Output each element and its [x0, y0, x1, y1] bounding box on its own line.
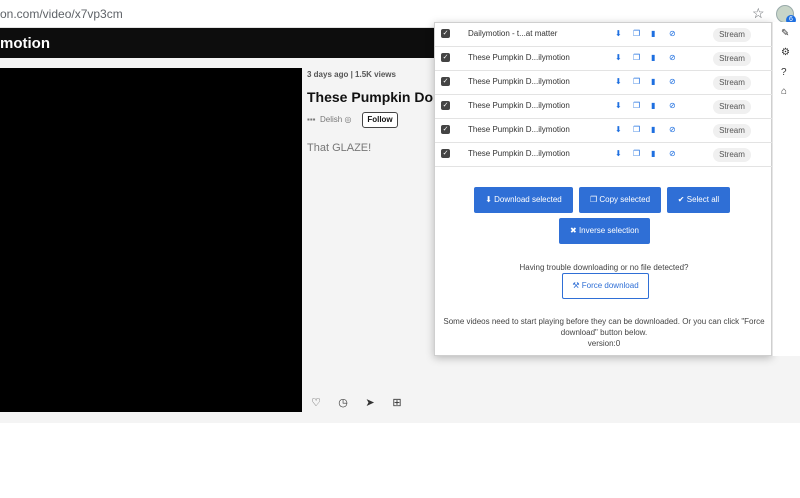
popup-sidebar: ✎ ⚙ ? ⌂: [772, 22, 800, 356]
stream-button[interactable]: Stream: [713, 124, 751, 138]
stream-button[interactable]: Stream: [713, 148, 751, 162]
downloader-popup: ✓ Dailymotion - t...at matter ⬇ ❐ ▮ ⊘ St…: [434, 22, 773, 356]
video-name: These Pumpkin D...ilymotion: [468, 101, 570, 110]
copy-selected-button[interactable]: ❐ Copy selected: [579, 187, 661, 213]
select-all-button[interactable]: ✔ Select all: [667, 187, 730, 213]
video-player[interactable]: [0, 68, 302, 412]
stream-button[interactable]: Stream: [713, 52, 751, 66]
video-meta: 3 days ago | 1.5K views: [307, 70, 396, 79]
list-item[interactable]: ✓ These Pumpkin D...ilymotion ⬇ ❐ ▮ ⊘ St…: [435, 71, 773, 95]
copy-selected-label: Copy selected: [599, 195, 651, 204]
extension-icon[interactable]: 6: [776, 5, 796, 25]
list-item[interactable]: ✓ These Pumpkin D...ilymotion ⬇ ❐ ▮ ⊘ St…: [435, 119, 773, 143]
row-checkbox[interactable]: ✓: [441, 149, 450, 158]
copy-icon[interactable]: ❐: [633, 29, 640, 38]
file-icon[interactable]: ▮: [651, 77, 655, 86]
file-icon[interactable]: ▮: [651, 149, 655, 158]
block-icon[interactable]: ⊘: [669, 53, 676, 62]
home-icon[interactable]: ⌂: [781, 86, 787, 97]
file-icon[interactable]: ▮: [651, 125, 655, 134]
video-name: These Pumpkin D...ilymotion: [468, 77, 570, 86]
gear-icon[interactable]: ⚙: [781, 47, 790, 58]
download-icon[interactable]: ⬇: [615, 101, 622, 110]
version-text: version:0: [587, 339, 621, 348]
help-icon[interactable]: ?: [781, 67, 787, 78]
copy-icon[interactable]: ❐: [633, 149, 640, 158]
download-selected-label: Download selected: [494, 195, 562, 204]
address-bar[interactable]: on.com/video/x7vp3cm: [0, 7, 123, 21]
help-note: Some videos need to start playing before…: [441, 316, 767, 349]
watch-later-icon[interactable]: ◷: [337, 396, 349, 409]
block-icon[interactable]: ⊘: [669, 77, 676, 86]
video-name: These Pumpkin D...ilymotion: [468, 125, 570, 134]
inverse-selection-button[interactable]: ✖ Inverse selection: [559, 218, 650, 244]
stream-button[interactable]: Stream: [713, 100, 751, 114]
block-icon[interactable]: ⊘: [669, 29, 676, 38]
add-to-playlist-icon[interactable]: ⊞: [391, 396, 403, 409]
file-icon[interactable]: ▮: [651, 101, 655, 110]
channel-avatar-icon: ▪▪▪: [307, 115, 316, 124]
follow-button[interactable]: Follow: [362, 112, 398, 128]
row-checkbox[interactable]: ✓: [441, 53, 450, 62]
bookmark-star-icon[interactable]: ☆: [752, 5, 765, 22]
note-text: Some videos need to start playing before…: [443, 317, 765, 337]
hammer-icon: ⚒: [572, 281, 582, 290]
stream-button[interactable]: Stream: [713, 76, 751, 90]
download-icon[interactable]: ⬇: [615, 149, 622, 158]
file-icon[interactable]: ▮: [651, 29, 655, 38]
row-checkbox[interactable]: ✓: [441, 29, 450, 38]
like-icon[interactable]: ♡: [310, 396, 322, 409]
download-selected-button[interactable]: ⬇ Download selected: [474, 187, 573, 213]
inverse-selection-label: Inverse selection: [578, 226, 639, 235]
stream-button[interactable]: Stream: [713, 28, 751, 42]
video-description: That GLAZE!: [307, 142, 372, 154]
list-item[interactable]: ✓ These Pumpkin D...ilymotion ⬇ ❐ ▮ ⊘ St…: [435, 95, 773, 119]
file-icon[interactable]: ▮: [651, 53, 655, 62]
row-checkbox[interactable]: ✓: [441, 101, 450, 110]
block-icon[interactable]: ⊘: [669, 125, 676, 134]
download-icon[interactable]: ⬇: [615, 77, 622, 86]
channel-name[interactable]: ▪▪▪ Delish ◎: [307, 115, 351, 124]
close-icon: ✖: [570, 226, 579, 235]
trouble-text: Having trouble downloading or no file de…: [519, 263, 689, 272]
video-title: These Pumpkin Dor: [307, 89, 439, 105]
list-item[interactable]: ✓ These Pumpkin D...ilymotion ⬇ ❐ ▮ ⊘ St…: [435, 143, 773, 167]
row-checkbox[interactable]: ✓: [441, 77, 450, 86]
list-item[interactable]: ✓ These Pumpkin D...ilymotion ⬇ ❐ ▮ ⊘ St…: [435, 47, 773, 71]
row-checkbox[interactable]: ✓: [441, 125, 450, 134]
verified-icon: ◎: [344, 115, 352, 124]
copy-icon[interactable]: ❐: [633, 125, 640, 134]
channel-label: Delish: [319, 115, 343, 124]
block-icon[interactable]: ⊘: [669, 149, 676, 158]
pin-icon[interactable]: ✎: [781, 28, 789, 39]
download-icon[interactable]: ⬇: [615, 125, 622, 134]
copy-icon[interactable]: ❐: [633, 101, 640, 110]
force-download-label: Force download: [581, 281, 639, 290]
copy-icon[interactable]: ❐: [633, 53, 640, 62]
site-logo[interactable]: motion: [0, 35, 50, 52]
download-icon: ⬇: [485, 195, 495, 204]
list-item[interactable]: ✓ Dailymotion - t...at matter ⬇ ❐ ▮ ⊘ St…: [435, 23, 773, 47]
block-icon[interactable]: ⊘: [669, 101, 676, 110]
video-actions: ♡ ◷ ➤ ⊞: [310, 396, 403, 409]
video-name: These Pumpkin D...ilymotion: [468, 53, 570, 62]
share-icon[interactable]: ➤: [364, 396, 376, 409]
copy-icon[interactable]: ❐: [633, 77, 640, 86]
copy-icon: ❐: [589, 195, 600, 204]
download-icon[interactable]: ⬇: [615, 53, 622, 62]
check-icon: ✔: [677, 195, 687, 204]
select-all-label: Select all: [686, 195, 720, 204]
video-name: Dailymotion - t...at matter: [468, 29, 558, 38]
video-name: These Pumpkin D...ilymotion: [468, 149, 570, 158]
download-icon[interactable]: ⬇: [615, 29, 622, 38]
force-download-button[interactable]: ⚒ Force download: [562, 273, 649, 299]
